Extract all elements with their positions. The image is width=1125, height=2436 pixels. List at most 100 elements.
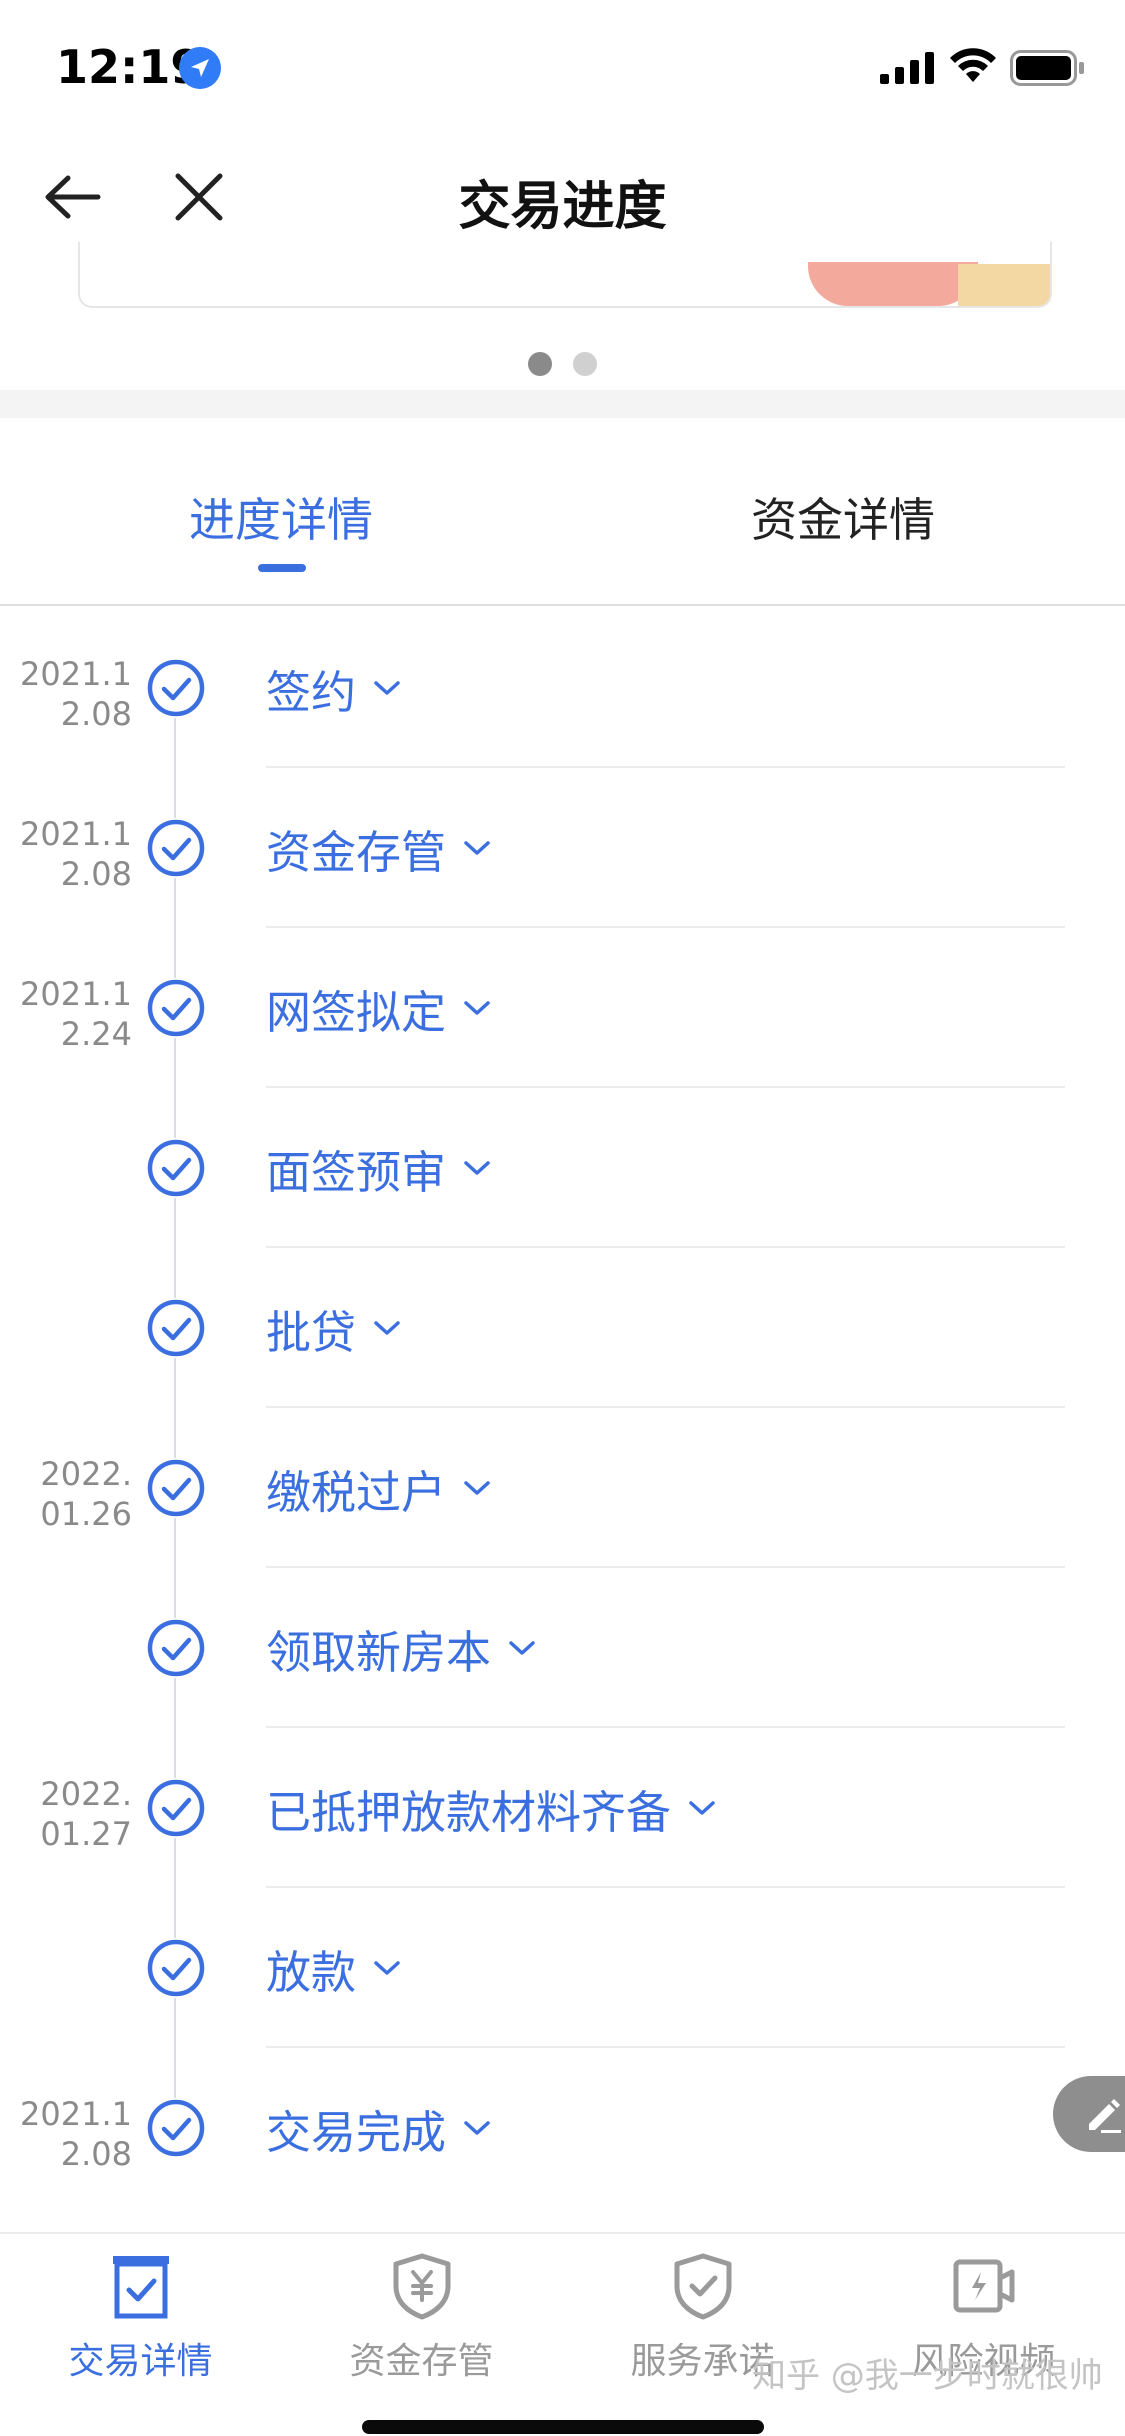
- timeline-date-line2: 2.24: [60, 1015, 132, 1053]
- banner-card[interactable]: [78, 242, 1052, 308]
- timeline-step-label: 签约: [266, 665, 357, 719]
- home-indicator: [362, 2420, 764, 2434]
- timeline-step-toggle[interactable]: 签约: [266, 658, 402, 719]
- clipboard-check-icon: [112, 2256, 169, 2319]
- timeline-date-line1: 2022.: [40, 1455, 132, 1493]
- chevron-down-icon: [464, 841, 490, 855]
- timeline-item[interactable]: 2022. 01.26 缴税过户: [0, 1408, 1125, 1568]
- timeline-item[interactable]: 领取新房本: [0, 1568, 1125, 1728]
- timeline-step-toggle[interactable]: 网签拟定: [266, 978, 492, 1039]
- timeline-date-line1: 2021.1: [20, 815, 132, 853]
- check-circle-icon: [146, 818, 206, 878]
- timeline-step-label: 放款: [266, 1945, 357, 1999]
- timeline-date-line1: 2021.1: [20, 975, 132, 1013]
- check-circle-icon: [146, 1618, 206, 1678]
- chevron-down-icon: [464, 1001, 490, 1015]
- watermark: 知乎 @我一步时就很帅: [752, 2356, 1103, 2396]
- section-divider: [0, 390, 1125, 418]
- edit-floating-button[interactable]: [1053, 2076, 1125, 2152]
- timeline-step-label: 批贷: [266, 1305, 357, 1359]
- check-circle-icon: [146, 978, 206, 1038]
- timeline-step-toggle[interactable]: 缴税过户: [266, 1458, 492, 1519]
- timeline-step-label: 交易完成: [266, 2105, 447, 2159]
- bottom-tab-fund-custody[interactable]: 资金存管: [281, 2250, 562, 2384]
- timeline-step-toggle[interactable]: 交易完成: [266, 2098, 492, 2159]
- timeline-date-line2: 01.26: [40, 1495, 132, 1533]
- timeline-step-label: 资金存管: [266, 825, 447, 879]
- progress-timeline: 2021.1 2.08 签约 2021.1 2.08 资金存管 2021.1 2.24 网签拟定…: [0, 608, 1125, 2232]
- timeline-item[interactable]: 2021.1 2.08 交易完成: [0, 2048, 1125, 2208]
- timeline-date-line1: 2021.1: [20, 2095, 132, 2133]
- chevron-down-icon: [464, 1161, 490, 1175]
- timeline-item[interactable]: 放款: [0, 1888, 1125, 2048]
- timeline-item[interactable]: 面签预审: [0, 1088, 1125, 1248]
- wifi-icon: [950, 48, 996, 82]
- carousel-pagination: [0, 352, 1125, 380]
- check-circle-icon: [146, 2098, 206, 2158]
- check-circle-icon: [146, 1778, 206, 1838]
- pencil-icon: [1089, 2099, 1121, 2133]
- chevron-down-icon: [464, 1481, 490, 1495]
- piggy-bank-illustration: [808, 262, 978, 306]
- timeline-date-line2: 2.08: [60, 855, 132, 893]
- active-tab-indicator: [258, 564, 306, 572]
- timeline-date: 2022. 01.27: [20, 1774, 132, 1854]
- timeline-date: 2021.1 2.08: [20, 814, 132, 894]
- cellular-signal-icon: [880, 52, 934, 84]
- bottom-tab-transaction-details[interactable]: 交易详情: [0, 2250, 281, 2384]
- gold-coin-illustration: [958, 264, 1050, 306]
- video-camera-icon: [953, 2259, 1014, 2313]
- timeline-item[interactable]: 2021.1 2.08 资金存管: [0, 768, 1125, 928]
- page-title: 交易进度: [458, 177, 667, 237]
- yuan-shield-icon: [393, 2253, 450, 2320]
- banner-carousel[interactable]: [0, 242, 1125, 390]
- timeline-step-toggle[interactable]: 已抵押放款材料齐备: [266, 1778, 717, 1839]
- chevron-down-icon: [689, 1801, 715, 1815]
- timeline-date-line2: 01.27: [40, 1815, 132, 1853]
- timeline-step-label: 领取新房本: [266, 1625, 492, 1679]
- check-circle-icon: [146, 1938, 206, 1998]
- check-circle-icon: [146, 1138, 206, 1198]
- timeline-date: 2021.1 2.24: [20, 974, 132, 1054]
- check-circle-icon: [146, 1458, 206, 1518]
- timeline-step-toggle[interactable]: 领取新房本: [266, 1618, 537, 1679]
- bottom-tab-label: 资金存管: [349, 2341, 494, 2382]
- timeline-step-label: 缴税过户: [266, 1465, 447, 1519]
- chevron-down-icon: [374, 1961, 400, 1975]
- tab-progress-details[interactable]: 进度详情: [0, 484, 562, 550]
- timeline-step-label: 已抵押放款材料齐备: [266, 1785, 672, 1839]
- timeline-item[interactable]: 2022. 01.27 已抵押放款材料齐备: [0, 1728, 1125, 1888]
- bottom-tab-label: 交易详情: [68, 2341, 213, 2382]
- detail-tabs: 进度详情 资金详情: [0, 418, 1125, 606]
- timeline-date-line2: 2.08: [60, 695, 132, 733]
- location-arrow-icon: [179, 47, 221, 89]
- timeline-item[interactable]: 2021.1 2.24 网签拟定: [0, 928, 1125, 1088]
- chevron-down-icon: [464, 2121, 490, 2135]
- timeline-date: 2022. 01.26: [20, 1454, 132, 1534]
- bottom-tab-bar: 交易详情 资金存管 服务承诺 风险视频 知乎 @我一步时就很帅: [0, 2232, 1125, 2436]
- timeline-date-line1: 2021.1: [20, 655, 132, 693]
- status-bar: 12:19: [0, 0, 1125, 132]
- chevron-down-icon: [509, 1641, 535, 1655]
- timeline-item[interactable]: 批贷: [0, 1248, 1125, 1408]
- timeline-step-toggle[interactable]: 资金存管: [266, 818, 492, 879]
- tab-funds-details[interactable]: 资金详情: [562, 484, 1124, 550]
- timeline-step-toggle[interactable]: 放款: [266, 1938, 402, 1999]
- timeline-step-toggle[interactable]: 批贷: [266, 1298, 402, 1359]
- check-circle-icon: [146, 1298, 206, 1358]
- timeline-item[interactable]: 2021.1 2.08 签约: [0, 608, 1125, 768]
- timeline-step-label: 面签预审: [266, 1145, 447, 1199]
- carousel-dot-2: [573, 352, 598, 376]
- timeline-step-toggle[interactable]: 面签预审: [266, 1138, 492, 1199]
- timeline-date: 2021.1 2.08: [20, 654, 132, 734]
- check-shield-icon: [674, 2253, 731, 2320]
- timeline-step-label: 网签拟定: [266, 985, 447, 1039]
- timeline-date: 2021.1 2.08: [20, 2094, 132, 2174]
- check-circle-icon: [146, 658, 206, 718]
- carousel-dot-1: [527, 352, 552, 376]
- chevron-down-icon: [374, 681, 400, 695]
- timeline-date-line1: 2022.: [40, 1775, 132, 1813]
- chevron-down-icon: [374, 1321, 400, 1335]
- timeline-date-line2: 2.08: [60, 2135, 132, 2173]
- battery-icon: [1010, 50, 1084, 86]
